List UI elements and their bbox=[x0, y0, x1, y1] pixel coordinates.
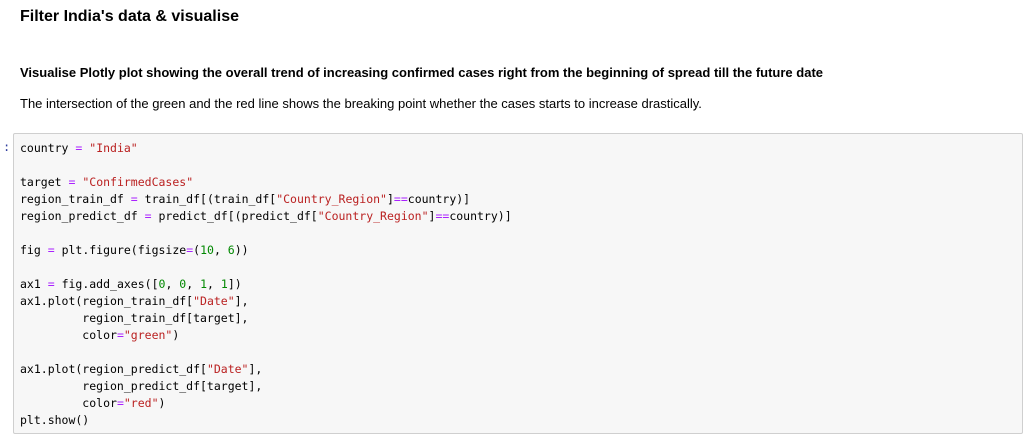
code-line: country = "India" bbox=[20, 141, 138, 155]
code-line: color="green") bbox=[20, 328, 180, 342]
notebook-page: Filter India's data & visualise Visualis… bbox=[0, 0, 1034, 437]
section-description: The intersection of the green and the re… bbox=[20, 96, 702, 111]
code-line: region_predict_df[target], bbox=[20, 379, 263, 393]
code-line: ​ bbox=[20, 225, 512, 242]
code-line: color="red") bbox=[20, 396, 166, 410]
code-line: ax1.plot(region_train_df["Date"], bbox=[20, 294, 249, 308]
code-line: ​ bbox=[20, 259, 512, 276]
code-line: region_predict_df = predict_df[(predict_… bbox=[20, 209, 512, 223]
code-line: ax1 = fig.add_axes([0, 0, 1, 1]) bbox=[20, 277, 242, 291]
code-line: region_train_df = train_df[(train_df["Co… bbox=[20, 192, 471, 206]
code-line: region_train_df[target], bbox=[20, 311, 249, 325]
section-subheading: Visualise Plotly plot showing the overal… bbox=[20, 65, 823, 80]
section-heading: Filter India's data & visualise bbox=[20, 8, 239, 25]
code-editor[interactable]: country = "India"​target = "ConfirmedCas… bbox=[20, 140, 512, 429]
code-cell[interactable]: country = "India"​target = "ConfirmedCas… bbox=[13, 133, 1023, 434]
code-line: ​ bbox=[20, 344, 512, 361]
code-line: plt.show() bbox=[20, 413, 90, 427]
code-line: fig = plt.figure(figsize=(10, 6)) bbox=[20, 243, 249, 257]
code-line: ax1.plot(region_predict_df["Date"], bbox=[20, 362, 263, 376]
code-line: ​ bbox=[20, 157, 512, 174]
cell-prompt: : bbox=[3, 140, 11, 154]
code-line: target = "ConfirmedCases" bbox=[20, 175, 194, 189]
